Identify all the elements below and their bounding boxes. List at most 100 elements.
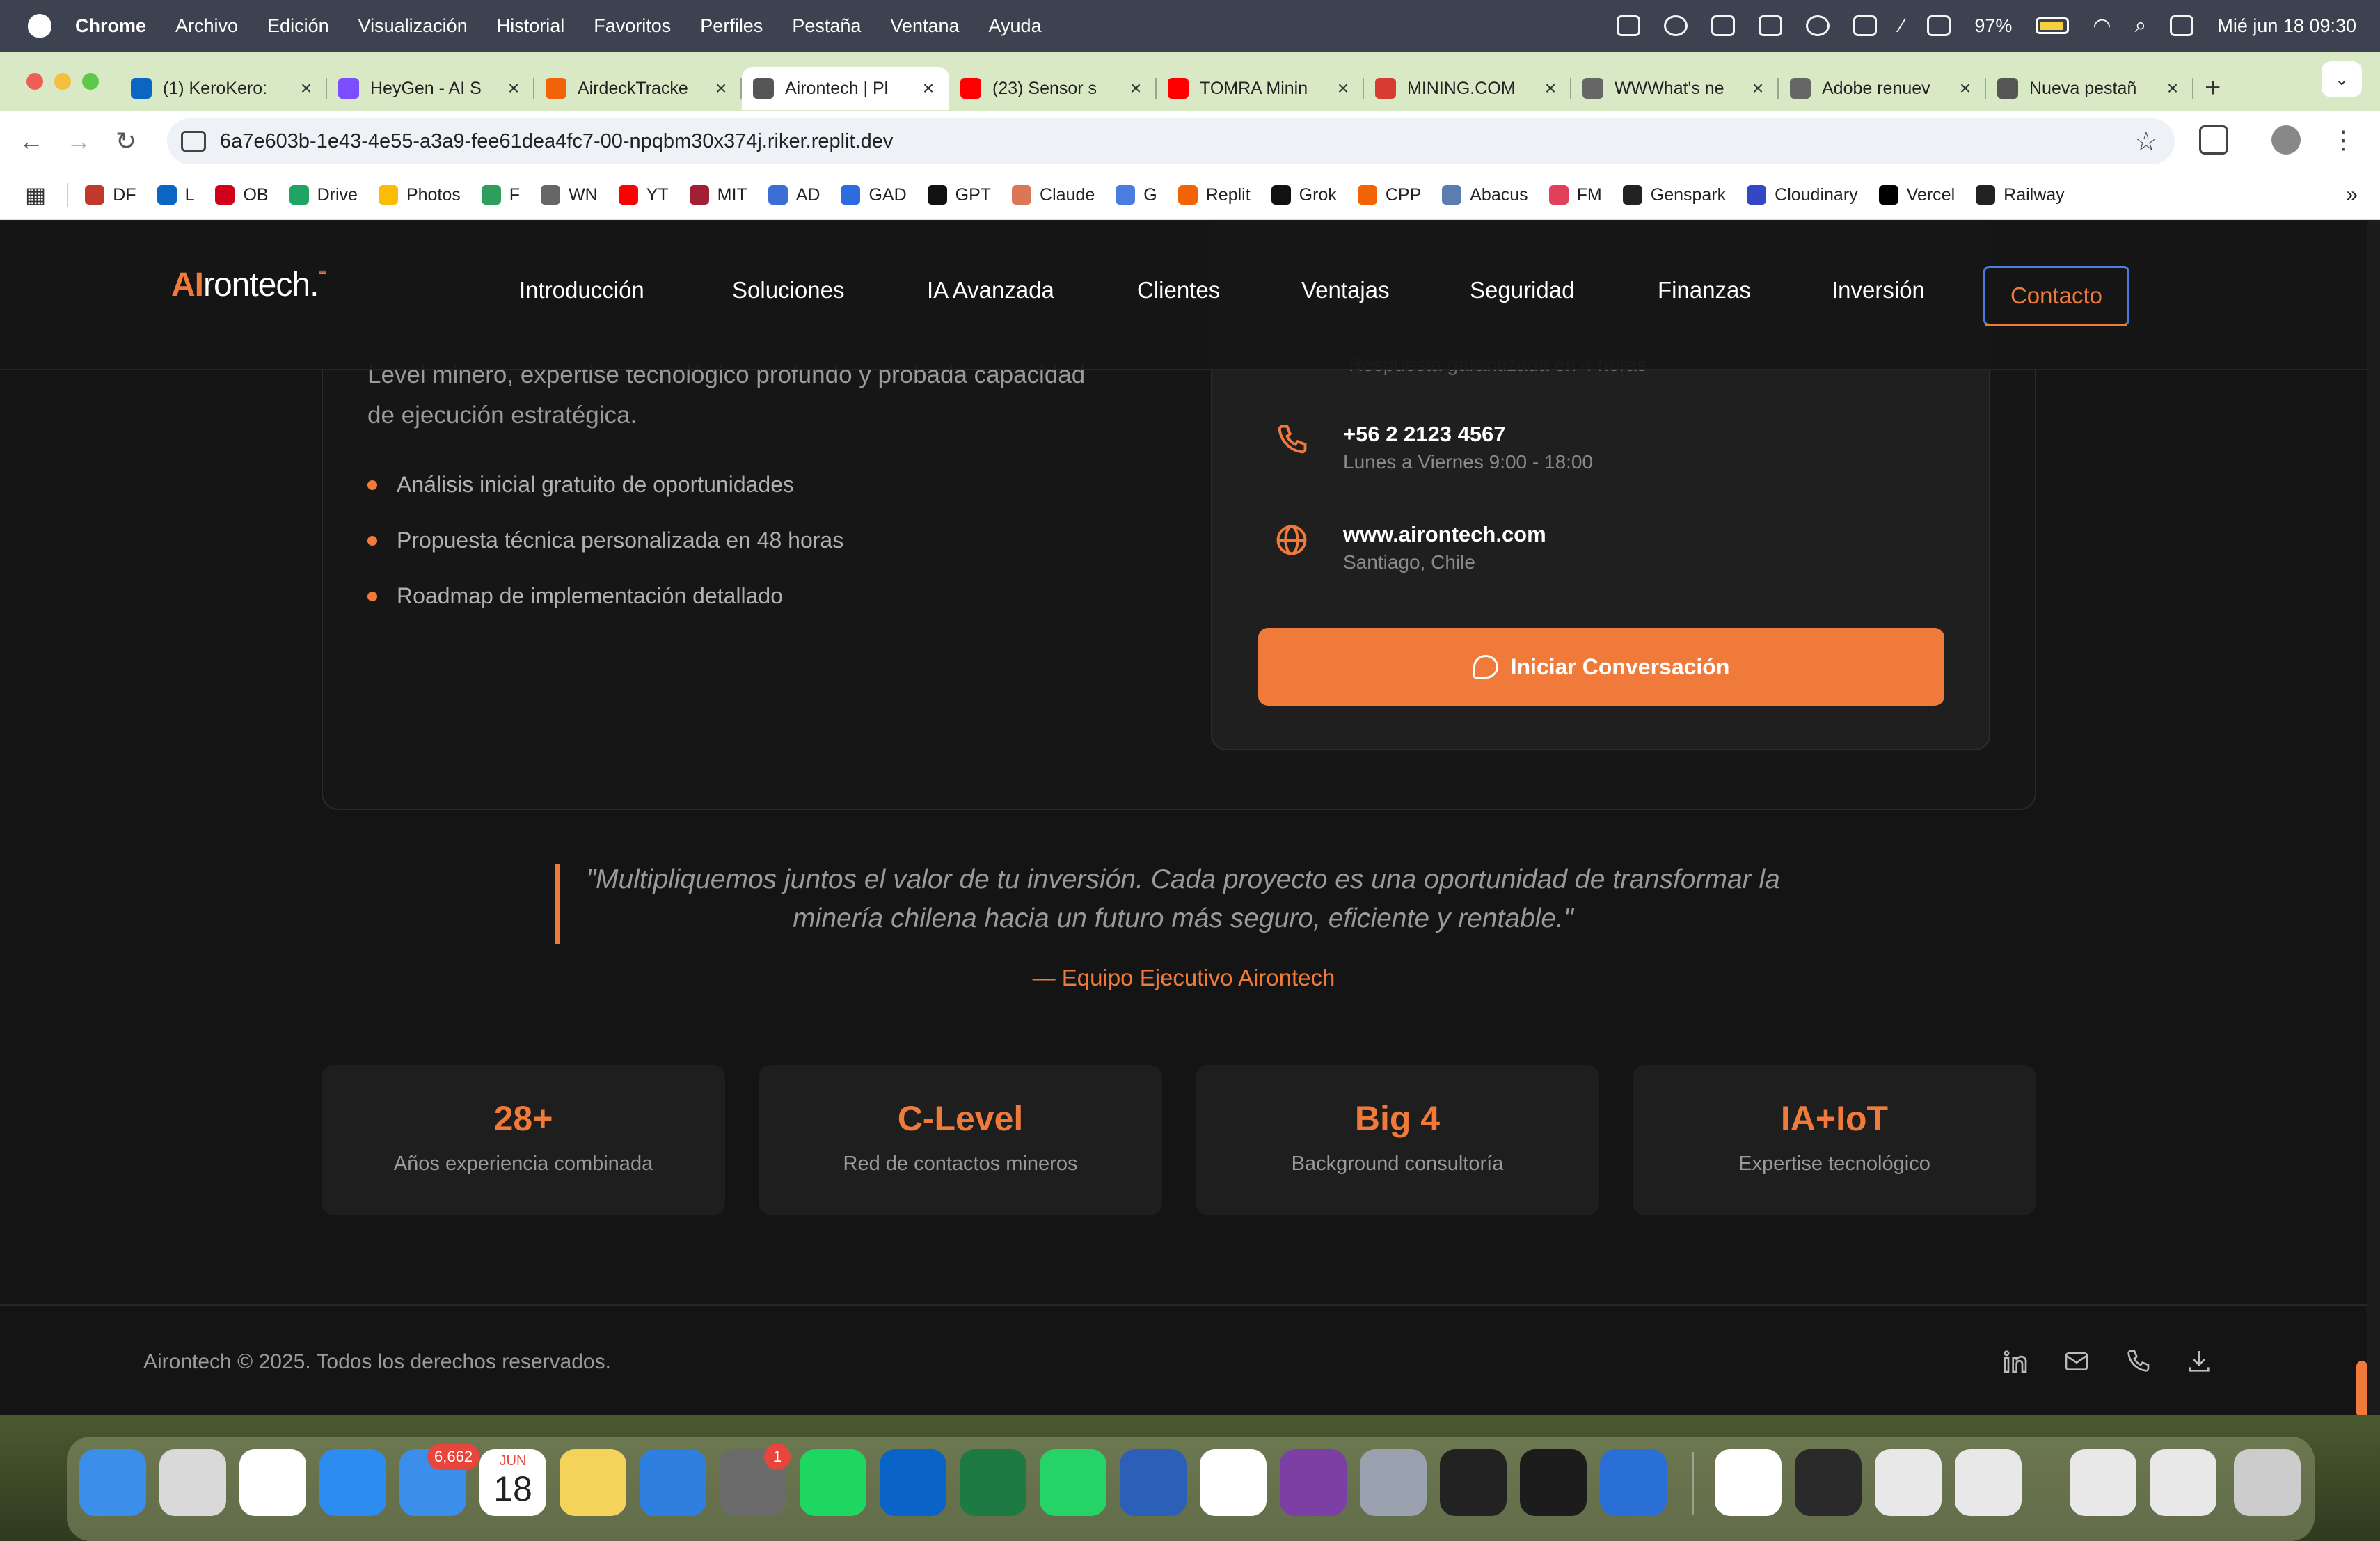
apps-grid-icon[interactable]: ▦: [25, 182, 46, 208]
minimize-window-icon[interactable]: [54, 73, 71, 90]
bookmark-item[interactable]: Replit: [1177, 185, 1251, 205]
bookmark-item[interactable]: Drive: [289, 185, 358, 205]
browser-tab[interactable]: HeyGen - AI S ×: [327, 67, 534, 110]
bookmark-item[interactable]: Abacus: [1442, 185, 1528, 205]
site-info-icon[interactable]: [181, 131, 206, 152]
close-tab-icon[interactable]: ×: [919, 77, 938, 100]
close-tab-icon[interactable]: ×: [1126, 77, 1145, 100]
menu-edicion[interactable]: Edición: [267, 15, 329, 37]
nav-ia-avanzada[interactable]: IA Avanzada: [927, 277, 1054, 303]
volume-icon[interactable]: [1853, 15, 1877, 36]
back-button[interactable]: ←: [15, 127, 47, 156]
bookmark-item[interactable]: Railway: [1976, 185, 2065, 205]
bookmark-item[interactable]: Photos: [378, 185, 461, 205]
bookmark-item[interactable]: Cloudinary: [1747, 185, 1858, 205]
nav-clientes[interactable]: Clientes: [1137, 277, 1220, 303]
keyboard-icon[interactable]: [1927, 15, 1951, 36]
word-icon[interactable]: [1120, 1449, 1187, 1516]
start-conversation-button[interactable]: Iniciar Conversación: [1258, 628, 1944, 706]
browser-tab[interactable]: MINING.COM ×: [1364, 67, 1571, 110]
text-file-icon[interactable]: [2070, 1449, 2136, 1516]
webex-icon[interactable]: [1795, 1449, 1862, 1516]
bookmark-item[interactable]: FM: [1548, 185, 1602, 205]
close-tab-icon[interactable]: ×: [1333, 77, 1353, 100]
menu-perfiles[interactable]: Perfiles: [700, 15, 763, 37]
reload-button[interactable]: ↻: [110, 127, 142, 156]
close-tab-icon[interactable]: ×: [504, 77, 523, 100]
nav-seguridad[interactable]: Seguridad: [1470, 277, 1574, 303]
iphone-mirroring-icon[interactable]: [1360, 1449, 1427, 1516]
app-installer-icon[interactable]: [1875, 1449, 1942, 1516]
download-icon[interactable]: [2185, 1348, 2213, 1375]
replit-icon[interactable]: [1440, 1449, 1507, 1516]
spotify-icon[interactable]: [800, 1449, 866, 1516]
menu-archivo[interactable]: Archivo: [175, 15, 238, 37]
menu-visualizacion[interactable]: Visualización: [358, 15, 468, 37]
bookmark-item[interactable]: GAD: [841, 185, 907, 205]
notes-icon[interactable]: [560, 1449, 626, 1516]
safari-icon[interactable]: [319, 1449, 386, 1516]
website-link[interactable]: www.airontech.com: [1343, 522, 1546, 547]
calendar-31-icon[interactable]: [1200, 1449, 1267, 1516]
close-tab-icon[interactable]: ×: [1955, 77, 1975, 100]
battery-icon[interactable]: [2036, 17, 2070, 34]
bookmark-star-icon[interactable]: ☆: [2134, 126, 2158, 157]
browser-tab[interactable]: AirdeckTracke ×: [534, 67, 742, 110]
browser-tab[interactable]: Nueva pestañ ×: [1986, 67, 2193, 110]
calendar-icon[interactable]: JUN 18: [479, 1449, 546, 1516]
keynote-icon[interactable]: [640, 1449, 706, 1516]
bookmark-item[interactable]: Claude: [1012, 185, 1095, 205]
close-tab-icon[interactable]: ×: [711, 77, 731, 100]
window-icon[interactable]: [1711, 15, 1735, 36]
wifi-icon[interactable]: ◠: [2093, 14, 2111, 38]
bookmark-item[interactable]: Genspark: [1622, 185, 1726, 205]
nav-inversion[interactable]: Inversión: [1832, 277, 1925, 303]
apple-icon[interactable]: [28, 14, 51, 38]
menu-ventana[interactable]: Ventana: [890, 15, 959, 37]
chrome-icon[interactable]: [239, 1449, 306, 1516]
screen-reader-icon[interactable]: [1616, 15, 1640, 36]
control-center-icon[interactable]: [2170, 15, 2194, 36]
menu-ayuda[interactable]: Ayuda: [989, 15, 1042, 37]
phone-icon[interactable]: [2124, 1348, 2152, 1375]
github-icon[interactable]: [1520, 1449, 1587, 1516]
close-tab-icon[interactable]: ×: [1748, 77, 1768, 100]
bookmark-item[interactable]: MIT: [689, 185, 747, 205]
bookmark-item[interactable]: Grok: [1271, 185, 1337, 205]
audio-wave-icon[interactable]: [1663, 15, 1688, 36]
more-bookmarks-icon[interactable]: »: [2346, 183, 2358, 207]
bookmark-item[interactable]: AD: [768, 185, 820, 205]
browser-tab[interactable]: TOMRA Minin ×: [1157, 67, 1364, 110]
trash-icon[interactable]: [2234, 1449, 2301, 1516]
maximize-window-icon[interactable]: [82, 73, 99, 90]
nav-soluciones[interactable]: Soluciones: [732, 277, 844, 303]
bluetooth-off-icon[interactable]: ∕: [1901, 15, 1904, 37]
notion-icon[interactable]: [1715, 1449, 1782, 1516]
play-icon[interactable]: [1805, 15, 1830, 36]
browser-tab[interactable]: (1) KeroKero: ×: [120, 67, 327, 110]
browser-tab[interactable]: WWWhat's ne ×: [1571, 67, 1779, 110]
linkedin-icon[interactable]: [2001, 1348, 2029, 1375]
browser-tab[interactable]: Airontech | Pl ×: [742, 67, 949, 110]
bookmark-item[interactable]: G: [1116, 185, 1157, 205]
menu-favoritos[interactable]: Favoritos: [594, 15, 671, 37]
bookmark-item[interactable]: F: [481, 185, 520, 205]
clock[interactable]: Mié jun 18 09:30: [2217, 15, 2356, 37]
nav-contacto[interactable]: Contacto: [1983, 266, 2129, 326]
menu-app-name[interactable]: Chrome: [75, 15, 146, 37]
menu-pestana[interactable]: Pestaña: [792, 15, 861, 37]
chrome-menu-icon[interactable]: ⋮: [2329, 125, 2358, 155]
bookmark-item[interactable]: OB: [215, 185, 269, 205]
excel-icon[interactable]: [960, 1449, 1026, 1516]
bookmark-item[interactable]: DF: [85, 185, 136, 205]
browser-tab[interactable]: (23) Sensor s ×: [949, 67, 1157, 110]
browser-tab[interactable]: Adobe renuev ×: [1779, 67, 1986, 110]
bookmark-item[interactable]: L: [157, 185, 194, 205]
mail-icon[interactable]: [2063, 1348, 2091, 1375]
nav-ventajas[interactable]: Ventajas: [1301, 277, 1390, 303]
profile-avatar[interactable]: [2271, 125, 2301, 155]
bookmark-item[interactable]: WN: [541, 185, 598, 205]
close-tab-icon[interactable]: ×: [296, 77, 316, 100]
bookmark-item[interactable]: CPP: [1357, 185, 1421, 205]
bookmark-item[interactable]: YT: [618, 185, 669, 205]
